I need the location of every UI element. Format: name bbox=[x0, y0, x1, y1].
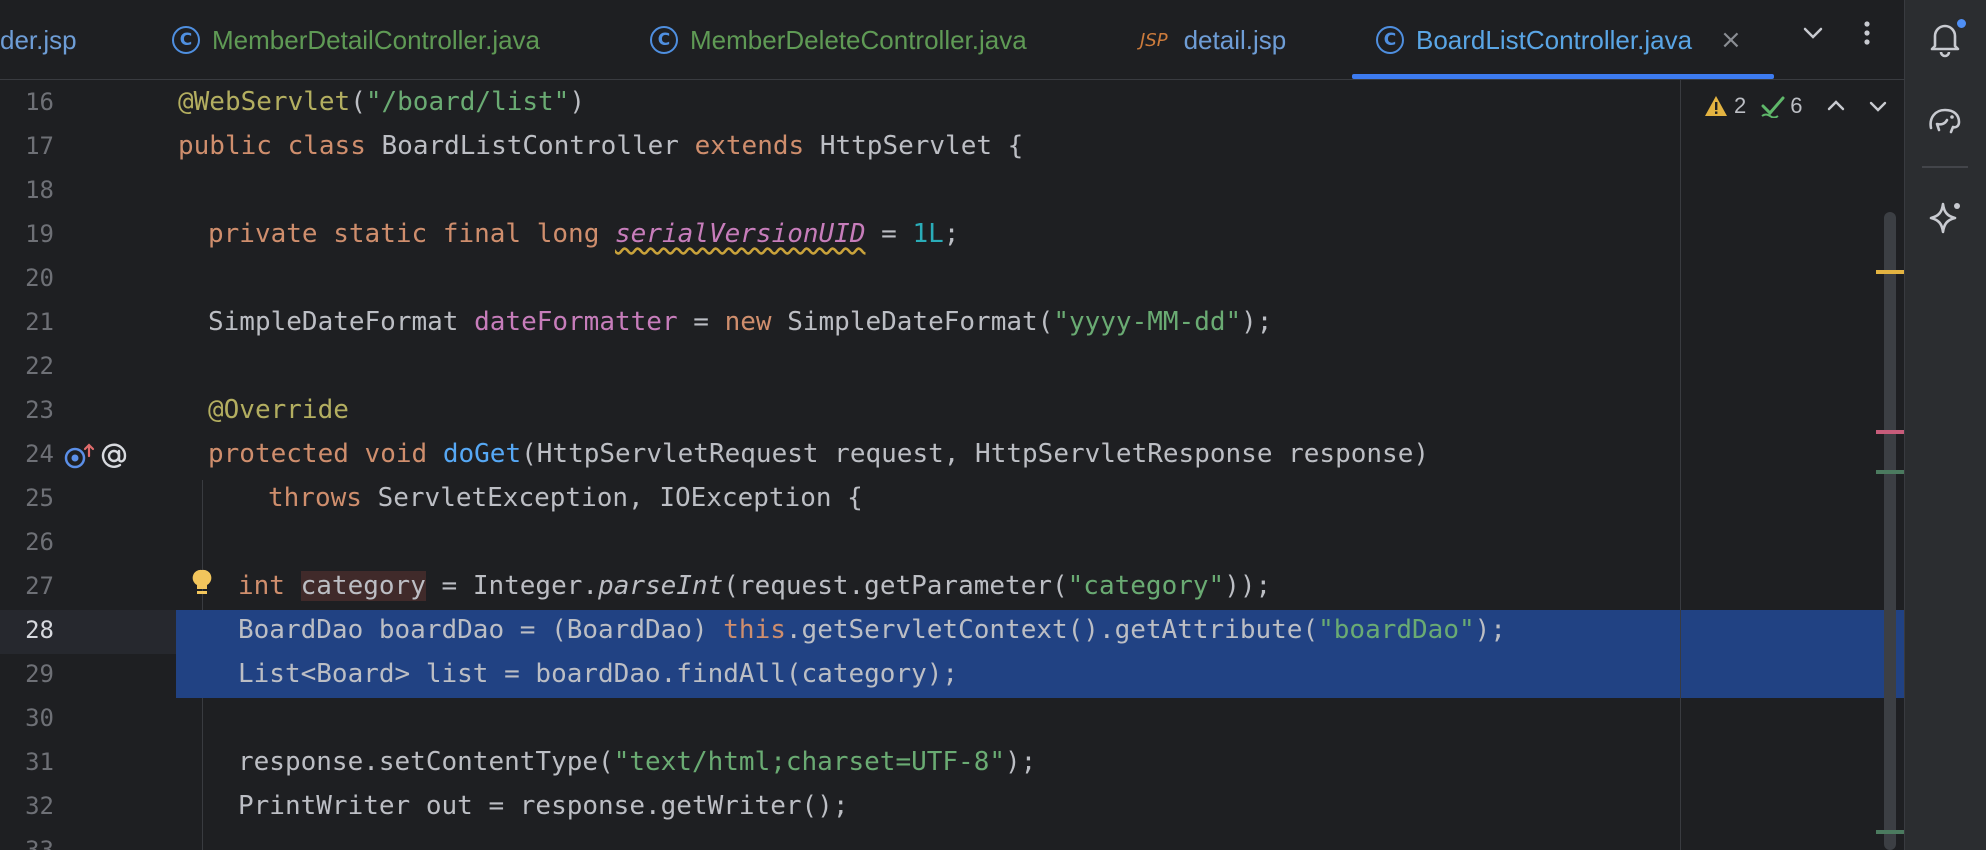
notification-dot bbox=[1955, 17, 1968, 30]
error-marker[interactable] bbox=[1876, 430, 1904, 434]
line-number: 16 bbox=[25, 88, 54, 116]
line-number: 20 bbox=[25, 264, 54, 292]
editor-tab-bar: der.jsp C MemberDetailController.java C … bbox=[0, 0, 1904, 80]
active-tab-indicator bbox=[1352, 74, 1774, 79]
tab-header-jsp[interactable]: der.jsp bbox=[0, 0, 77, 80]
tab-label: der.jsp bbox=[0, 24, 77, 55]
line-number: 21 bbox=[25, 308, 54, 336]
tab-label: MemberDetailController.java bbox=[212, 24, 541, 55]
class-icon: C bbox=[650, 26, 678, 54]
vertical-scrollbar[interactable] bbox=[1884, 212, 1896, 850]
tab-member-delete-controller[interactable]: C MemberDeleteController.java bbox=[650, 0, 1027, 80]
tab-label: detail.jsp bbox=[1183, 24, 1287, 55]
tab-detail-jsp[interactable]: JSP detail.jsp bbox=[1140, 0, 1286, 80]
chevron-down-icon[interactable] bbox=[1800, 20, 1826, 53]
database-elephant-icon[interactable] bbox=[1925, 100, 1965, 140]
code-line-31: response.setContentType("text/html;chars… bbox=[238, 747, 1037, 777]
code-line-32: PrintWriter out = response.getWriter(); bbox=[238, 791, 849, 821]
right-margin-guide bbox=[1680, 80, 1681, 850]
line-number: 31 bbox=[25, 748, 54, 776]
code-line-24: protected void doGet(HttpServletRequest … bbox=[208, 439, 1430, 469]
warning-icon bbox=[1705, 96, 1727, 116]
lightbulb-icon[interactable] bbox=[192, 568, 212, 598]
line-number: 30 bbox=[25, 704, 54, 732]
code-line-25: throws ServletException, IOException { bbox=[268, 483, 863, 513]
override-method-icon[interactable] bbox=[64, 442, 96, 476]
code-line-27: int category = Integer.parseInt(request.… bbox=[238, 571, 1272, 601]
line-number: 17 bbox=[25, 132, 54, 160]
tool-separator bbox=[1922, 166, 1968, 168]
warning-marker[interactable] bbox=[1876, 270, 1904, 274]
line-number: 23 bbox=[25, 396, 54, 424]
code-line-19: private static final long serialVersionU… bbox=[208, 219, 960, 249]
more-vertical-icon[interactable] bbox=[1854, 20, 1880, 53]
line-number: 19 bbox=[25, 220, 54, 248]
change-marker[interactable] bbox=[1876, 830, 1904, 834]
line-number: 32 bbox=[25, 792, 54, 820]
code-line-17: public class BoardListController extends… bbox=[178, 131, 1024, 161]
line-number: 22 bbox=[25, 352, 54, 380]
jsp-icon: JSP bbox=[1140, 29, 1168, 51]
line-number-gutter: 16 17 18 19 20 21 22 23 24 25 26 27 28 2… bbox=[0, 80, 176, 850]
change-marker[interactable] bbox=[1876, 470, 1904, 474]
code-editor[interactable]: @WebServlet("/board/list") public class … bbox=[176, 80, 1904, 850]
class-icon: C bbox=[1376, 26, 1404, 54]
line-number: 24 bbox=[25, 440, 54, 468]
warning-count: 2 bbox=[1734, 93, 1747, 118]
weak-warning-count: 6 bbox=[1790, 93, 1803, 118]
code-line-29: List<Board> list = boardDao.findAll(cate… bbox=[238, 659, 959, 689]
code-line-21: SimpleDateFormat dateFormatter = new Sim… bbox=[208, 307, 1273, 337]
line-number: 18 bbox=[25, 176, 54, 204]
chevron-up-icon[interactable] bbox=[1825, 95, 1847, 117]
line-number-current: 28 bbox=[25, 616, 54, 644]
chevron-down-icon[interactable] bbox=[1867, 95, 1889, 117]
check-icon bbox=[1761, 96, 1785, 118]
line-number: 26 bbox=[25, 528, 54, 556]
tab-board-list-controller[interactable]: C BoardListController.java × bbox=[1376, 0, 1742, 80]
code-line-23: @Override bbox=[208, 395, 349, 425]
tab-label: MemberDeleteController.java bbox=[690, 24, 1027, 55]
line-number: 25 bbox=[25, 484, 54, 512]
code-line-28: BoardDao boardDao = (BoardDao) this.getS… bbox=[238, 615, 1506, 645]
class-icon: C bbox=[172, 26, 200, 54]
inspection-widget[interactable]: 2 6 bbox=[1704, 88, 1889, 124]
line-number: 27 bbox=[25, 572, 54, 600]
tab-member-detail-controller[interactable]: C MemberDetailController.java bbox=[172, 0, 540, 80]
code-line-16: @WebServlet("/board/list") bbox=[178, 87, 585, 117]
close-icon[interactable]: × bbox=[1720, 25, 1742, 55]
highlighted-variable: category bbox=[300, 571, 426, 601]
line-number: 33 bbox=[25, 836, 54, 850]
tab-label: BoardListController.java bbox=[1416, 24, 1693, 55]
annotation-icon[interactable] bbox=[98, 440, 130, 476]
line-number: 29 bbox=[25, 660, 54, 688]
ai-assistant-sparkle-icon[interactable] bbox=[1925, 198, 1965, 238]
